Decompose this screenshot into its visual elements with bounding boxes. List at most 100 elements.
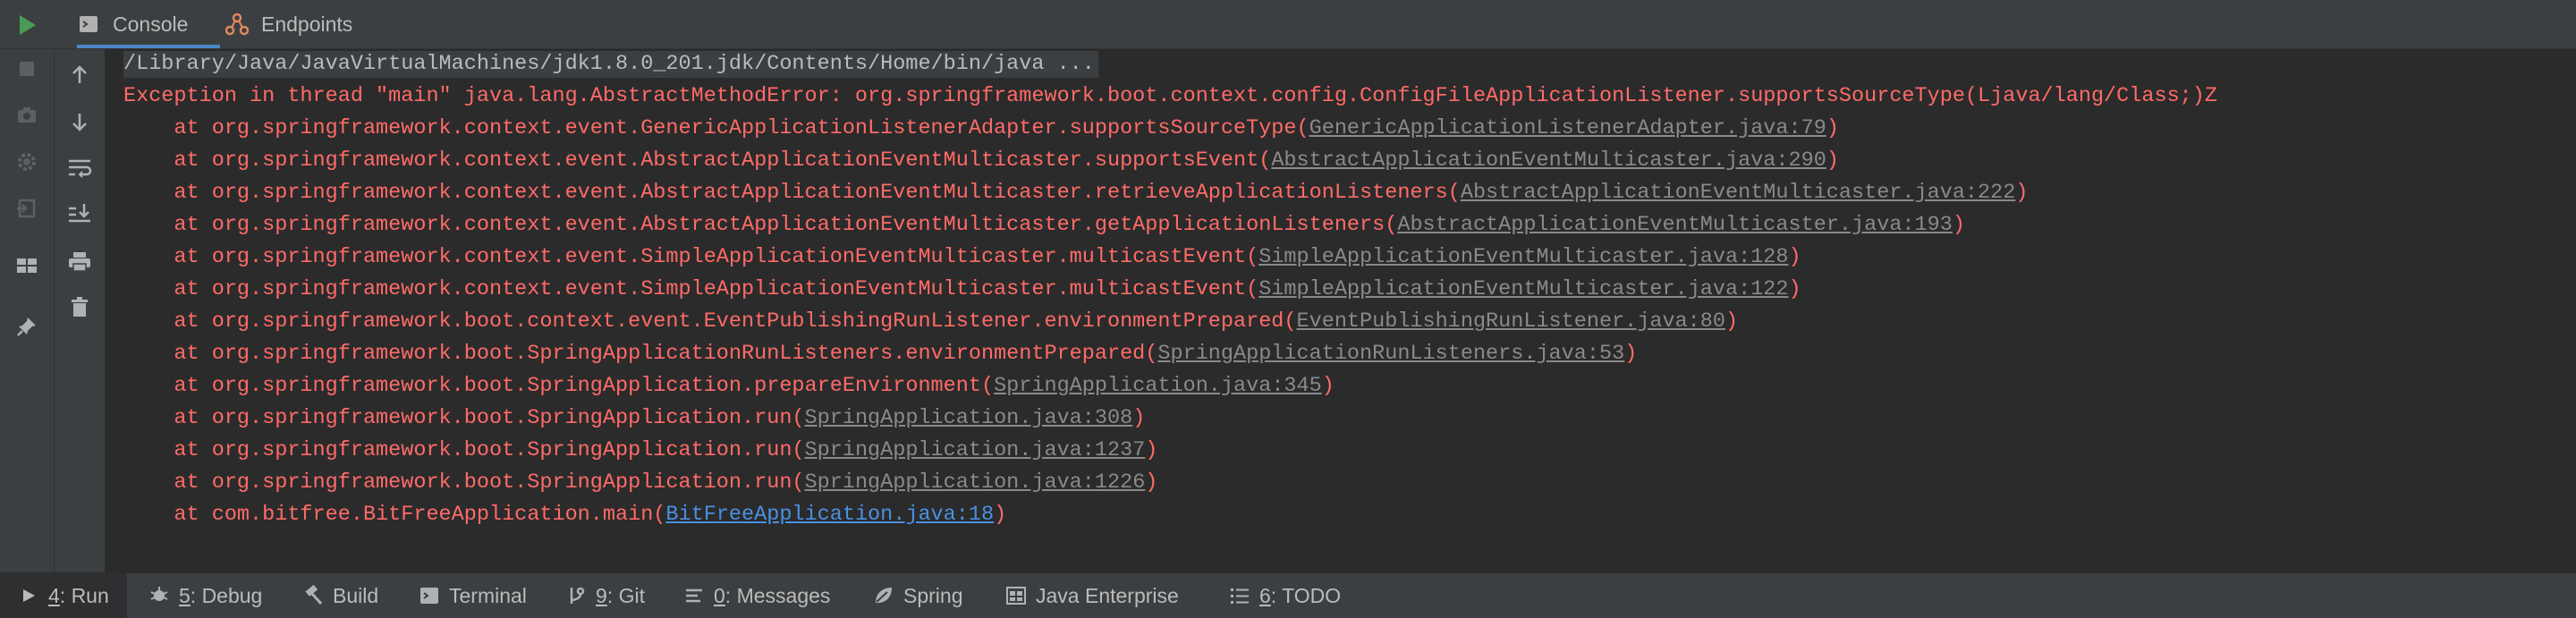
- spring-label: Spring: [903, 583, 963, 607]
- source-link[interactable]: SimpleApplicationEventMulticaster.java:1…: [1258, 245, 1788, 269]
- tool-window-java-enterprise[interactable]: Java Enterprise: [1005, 573, 1179, 618]
- source-link[interactable]: AbstractApplicationEventMulticaster.java…: [1271, 148, 1826, 173]
- exit-icon: [17, 199, 36, 218]
- source-link[interactable]: SpringApplication.java:345: [994, 374, 1322, 398]
- build-label: Build: [333, 583, 379, 607]
- tool-window-git[interactable]: 9: Git: [565, 573, 645, 618]
- tool-window-todo[interactable]: 6: TODO: [1229, 573, 1341, 618]
- source-link[interactable]: SpringApplication.java:1237: [805, 438, 1146, 462]
- spring-leaf-icon: [873, 585, 894, 606]
- stack-frame: at org.springframework.context.event.Gen…: [123, 115, 1839, 142]
- source-link[interactable]: BitFreeApplication.java:18: [665, 503, 994, 527]
- debug-key: 5: [179, 583, 191, 607]
- todo-label: : TODO: [1270, 583, 1342, 607]
- command-line: /Library/Java/JavaVirtualMachines/jdk1.8…: [123, 51, 1098, 78]
- source-link[interactable]: AbstractApplicationEventMulticaster.java…: [1461, 181, 2016, 205]
- git-label: : Git: [606, 583, 645, 607]
- scroll-to-end-button[interactable]: [64, 197, 96, 229]
- source-link[interactable]: AbstractApplicationEventMulticaster.java…: [1397, 213, 1953, 237]
- frame-tail: ): [994, 503, 1007, 527]
- exception-line: Exception in thread "main" java.lang.Abs…: [123, 84, 2217, 108]
- frame-tail: ): [1826, 116, 1839, 140]
- todo-key: 6: [1259, 583, 1271, 607]
- debug-label: : Debug: [190, 583, 263, 607]
- frame-tail: ): [1725, 309, 1739, 334]
- frame-text: at org.springframework.context.event.Abs…: [123, 213, 1398, 237]
- layout-button[interactable]: [11, 250, 43, 282]
- tab-console-label: Console: [113, 12, 189, 36]
- run-key: 4: [48, 583, 60, 607]
- tool-window-debug[interactable]: 5: Debug: [148, 573, 262, 618]
- terminal-icon: [419, 585, 440, 606]
- java-enterprise-icon: [1005, 585, 1027, 606]
- scroll-down-button[interactable]: [64, 106, 96, 138]
- print-button[interactable]: [64, 245, 96, 277]
- stop-button[interactable]: [11, 53, 43, 85]
- layout-icon: [17, 258, 37, 273]
- rerun-button[interactable]: [13, 11, 41, 39]
- source-link[interactable]: SimpleApplicationEventMulticaster.java:1…: [1258, 277, 1788, 301]
- pin-icon: [17, 317, 36, 336]
- frame-tail: ): [1826, 148, 1839, 173]
- scroll-up-button[interactable]: [64, 59, 96, 91]
- source-link[interactable]: SpringApplication.java:1226: [805, 470, 1146, 495]
- settings-button[interactable]: [11, 146, 43, 178]
- console-icon: [77, 13, 100, 36]
- frame-tail: ): [1952, 213, 1965, 237]
- source-link[interactable]: SpringApplicationRunListeners.java:53: [1157, 342, 1624, 366]
- stack-frame: at org.springframework.context.event.Sim…: [123, 276, 1801, 303]
- messages-icon: [683, 585, 705, 606]
- tool-window-terminal[interactable]: Terminal: [419, 573, 527, 618]
- trash-icon: [72, 297, 88, 317]
- stack-frame: at org.springframework.boot.SpringApplic…: [123, 405, 1145, 432]
- tab-endpoints[interactable]: Endpoints: [225, 0, 352, 48]
- stack-frame: at org.springframework.context.event.Sim…: [123, 244, 1801, 271]
- arrow-down-icon: [72, 114, 87, 131]
- stack-frame: at org.springframework.boot.SpringApplic…: [123, 373, 1334, 400]
- frame-text: at org.springframework.context.event.Sim…: [123, 277, 1259, 301]
- pin-button[interactable]: [11, 310, 43, 343]
- java-enterprise-label: Java Enterprise: [1036, 583, 1179, 607]
- stack-frame: at org.springframework.boot.SpringApplic…: [123, 437, 1157, 464]
- frame-tail: ): [1145, 470, 1158, 495]
- frame-text: at org.springframework.boot.SpringApplic…: [123, 406, 805, 430]
- tool-window-bar: 4: Run 5: Debug Build Terminal 9: Git 0:…: [0, 572, 2576, 618]
- frame-tail: ): [1788, 277, 1801, 301]
- arrow-up-icon: [72, 65, 87, 83]
- play-icon: [20, 15, 36, 35]
- stop-icon: [20, 62, 34, 76]
- tool-window-run[interactable]: 4: Run: [0, 573, 127, 618]
- git-key: 9: [596, 583, 607, 607]
- stack-frame: at org.springframework.context.event.Abs…: [123, 212, 1965, 239]
- soft-wrap-icon: [69, 159, 92, 178]
- frame-tail: ): [1145, 438, 1158, 462]
- soft-wrap-button[interactable]: [64, 152, 96, 184]
- frame-tail: ): [1624, 342, 1638, 366]
- gear-icon: [18, 153, 36, 171]
- frame-text: at org.springframework.context.event.Gen…: [123, 116, 1309, 140]
- tool-window-messages[interactable]: 0: Messages: [683, 573, 830, 618]
- terminal-label: Terminal: [449, 583, 527, 607]
- exit-button[interactable]: [11, 192, 43, 224]
- source-link[interactable]: EventPublishingRunListener.java:80: [1297, 309, 1725, 334]
- dump-threads-button[interactable]: [11, 99, 43, 131]
- bug-icon: [148, 585, 170, 606]
- stack-frame: at org.springframework.boot.SpringApplic…: [123, 470, 1157, 496]
- frame-text: at org.springframework.boot.SpringApplic…: [123, 374, 995, 398]
- console-actions-toolbar: [55, 49, 106, 572]
- source-link[interactable]: SpringApplication.java:308: [805, 406, 1133, 430]
- messages-key: 0: [714, 583, 725, 607]
- stack-frame: at org.springframework.boot.context.even…: [123, 309, 1738, 335]
- messages-label: : Messages: [724, 583, 831, 607]
- scroll-to-end-icon: [69, 204, 90, 223]
- stack-frame: at org.springframework.boot.SpringApplic…: [123, 341, 1637, 368]
- tool-window-build[interactable]: Build: [302, 573, 378, 618]
- clear-all-button[interactable]: [64, 291, 96, 323]
- tab-console[interactable]: Console: [77, 0, 220, 48]
- source-link[interactable]: GenericApplicationListenerAdapter.java:7…: [1309, 116, 1826, 140]
- frame-text: at com.bitfree.BitFreeApplication.main(: [123, 503, 666, 527]
- camera-icon: [18, 107, 36, 123]
- tool-window-spring[interactable]: Spring: [873, 573, 962, 618]
- console-output[interactable]: /Library/Java/JavaVirtualMachines/jdk1.8…: [106, 49, 2576, 572]
- frame-text: at org.springframework.boot.SpringApplic…: [123, 470, 805, 495]
